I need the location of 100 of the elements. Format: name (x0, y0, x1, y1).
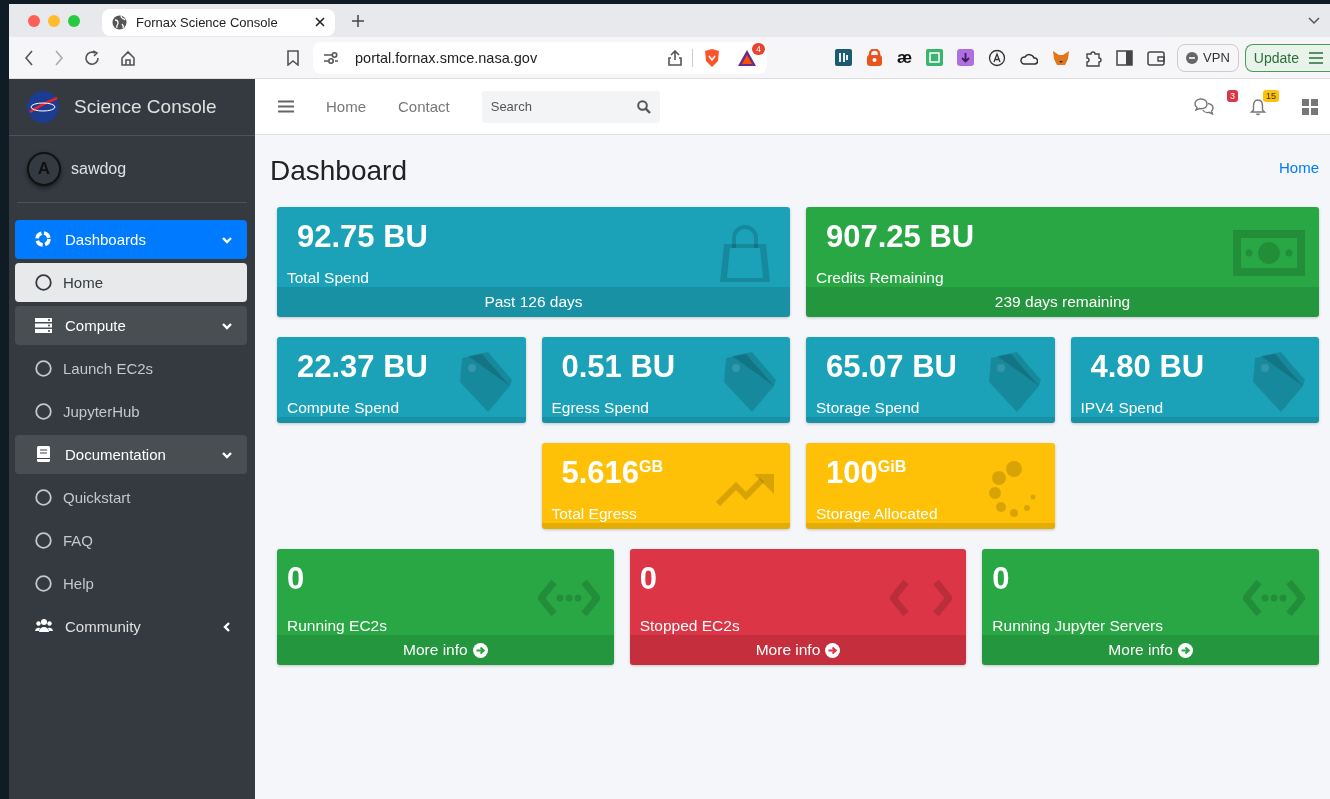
nav-group[interactable]: Documentation (15, 435, 247, 474)
plus-icon[interactable] (351, 13, 365, 28)
brand-title[interactable]: Science Console (74, 96, 217, 118)
grid-icon[interactable] (1302, 98, 1318, 115)
nav-group[interactable]: Compute (15, 306, 247, 345)
nav-item[interactable]: Quickstart (15, 478, 247, 517)
count-badge: 3 (1227, 90, 1238, 102)
window-control-icon (48, 14, 60, 27)
nav-item[interactable]: FAQ (15, 521, 247, 560)
fox-icon[interactable] (1052, 49, 1071, 66)
triangle-icon[interactable] (737, 48, 757, 67)
tag-icon (986, 352, 1041, 414)
close-icon[interactable] (315, 17, 325, 27)
stat-value: 907.25 BU (825, 219, 975, 255)
banknote-icon (1233, 230, 1305, 276)
circle-icon (35, 575, 52, 592)
stat-value: 92.75 BU (296, 219, 428, 255)
chevron-left-icon (221, 620, 233, 633)
globe-icon (112, 14, 127, 30)
lion-shield-icon[interactable] (703, 47, 721, 68)
circle-icon (35, 274, 52, 291)
stat-value: 4.80 BU (1089, 349, 1205, 385)
chat-icon[interactable] (1194, 98, 1214, 115)
site-settings-icon (323, 50, 339, 65)
user-name[interactable]: sawdog (71, 160, 127, 178)
stat-label: Stopped EC2s (639, 617, 740, 635)
more-info-link[interactable]: More info (629, 635, 967, 665)
nav-link[interactable]: Home (326, 98, 366, 115)
more-info-link[interactable]: More info (982, 635, 1319, 665)
update-button[interactable]: Update (1244, 43, 1330, 72)
tag-icon (722, 352, 776, 414)
breadcrumb-link[interactable]: Home (1279, 158, 1319, 176)
wallet-icon[interactable] (1147, 49, 1166, 66)
stat-label: Total Spend (287, 269, 370, 287)
stat-value: 100$^{GiB}$ (825, 455, 908, 491)
padlock-icon[interactable] (866, 49, 883, 66)
vpn-button[interactable]: VPN (1177, 43, 1239, 72)
nav-link[interactable]: Contact (398, 98, 450, 115)
arrow-circle-icon (1178, 642, 1193, 658)
bars-icon[interactable] (835, 49, 852, 66)
stat-value: 5.616$^{GB}$ (560, 455, 664, 491)
reload-icon[interactable] (84, 49, 100, 66)
circle-icon (35, 489, 52, 506)
trend-arrow-icon (716, 472, 776, 506)
stat-value: 22.37 BU (296, 349, 428, 385)
server-icon (35, 317, 53, 334)
share-icon[interactable] (668, 49, 682, 66)
bell-icon[interactable] (1250, 97, 1266, 116)
stat-label: Egress Spend (551, 399, 650, 417)
nav-item[interactable]: Help (15, 564, 247, 603)
code-icon (537, 579, 600, 617)
arrow-circle-icon (825, 642, 841, 658)
stat-label: Storage Spend (816, 399, 921, 417)
tab-title: Fornax Science Console (136, 14, 279, 30)
circle-icon[interactable] (988, 48, 1007, 67)
menu-icon (1308, 51, 1324, 64)
arrow-circle-icon (472, 642, 488, 658)
download-icon[interactable] (957, 49, 975, 66)
window-control-icon (68, 14, 80, 27)
chevrons-icon (890, 579, 953, 617)
extension-glyph[interactable]: æ (897, 49, 913, 66)
stat-label: Running EC2s (287, 617, 387, 635)
puzzle-icon[interactable] (1084, 48, 1103, 67)
more-info-link[interactable]: More info (277, 635, 614, 665)
browser-tab[interactable]: Fornax Science Console (102, 8, 335, 36)
gauge-icon (35, 231, 53, 248)
menu-icon[interactable] (278, 100, 294, 113)
stat-label: Running Jupyter Servers (992, 617, 1163, 635)
search-field[interactable]: Search (481, 90, 660, 123)
bookmark-icon[interactable] (287, 49, 299, 66)
stat-label: Compute Spend (287, 399, 401, 417)
tag-icon (1251, 352, 1305, 414)
users-icon (35, 618, 53, 635)
nav-item[interactable]: Home (15, 263, 247, 302)
home-icon[interactable] (120, 49, 136, 66)
sidebar-icon[interactable] (1116, 49, 1134, 66)
circle-icon (35, 360, 52, 377)
stat-value: 65.07 BU (825, 349, 957, 385)
notification-badge: 4 (752, 42, 765, 55)
stat-label: Storage Allocated (816, 505, 938, 523)
count-badge: 15 (1263, 89, 1279, 102)
nav-group[interactable]: Community (15, 607, 247, 646)
search-icon[interactable] (636, 99, 651, 114)
minus-circle-icon (1186, 51, 1199, 64)
stat-label: Total Egress (551, 505, 638, 523)
logo-icon (26, 90, 60, 124)
page-title: Dashboard (270, 155, 407, 187)
stat-value: 0 (639, 561, 658, 597)
card-footer: Past 126 days (277, 287, 790, 317)
circle-icon (35, 532, 52, 549)
chevron-down-icon[interactable] (1308, 16, 1320, 25)
url-text: portal.fornax.smce.nasa.gov (355, 49, 538, 66)
nav-item[interactable]: Launch EC2s (15, 349, 247, 388)
stat-value: 0.51 BU (560, 349, 676, 385)
back-icon[interactable] (24, 49, 34, 66)
stat-label: Credits Remaining (816, 269, 945, 287)
nav-group[interactable]: Dashboards (15, 220, 247, 259)
nav-item[interactable]: JupyterHub (15, 392, 247, 431)
address-bar[interactable]: portal.fornax.smce.nasa.gov 4 (313, 41, 767, 74)
book-icon (35, 446, 53, 463)
